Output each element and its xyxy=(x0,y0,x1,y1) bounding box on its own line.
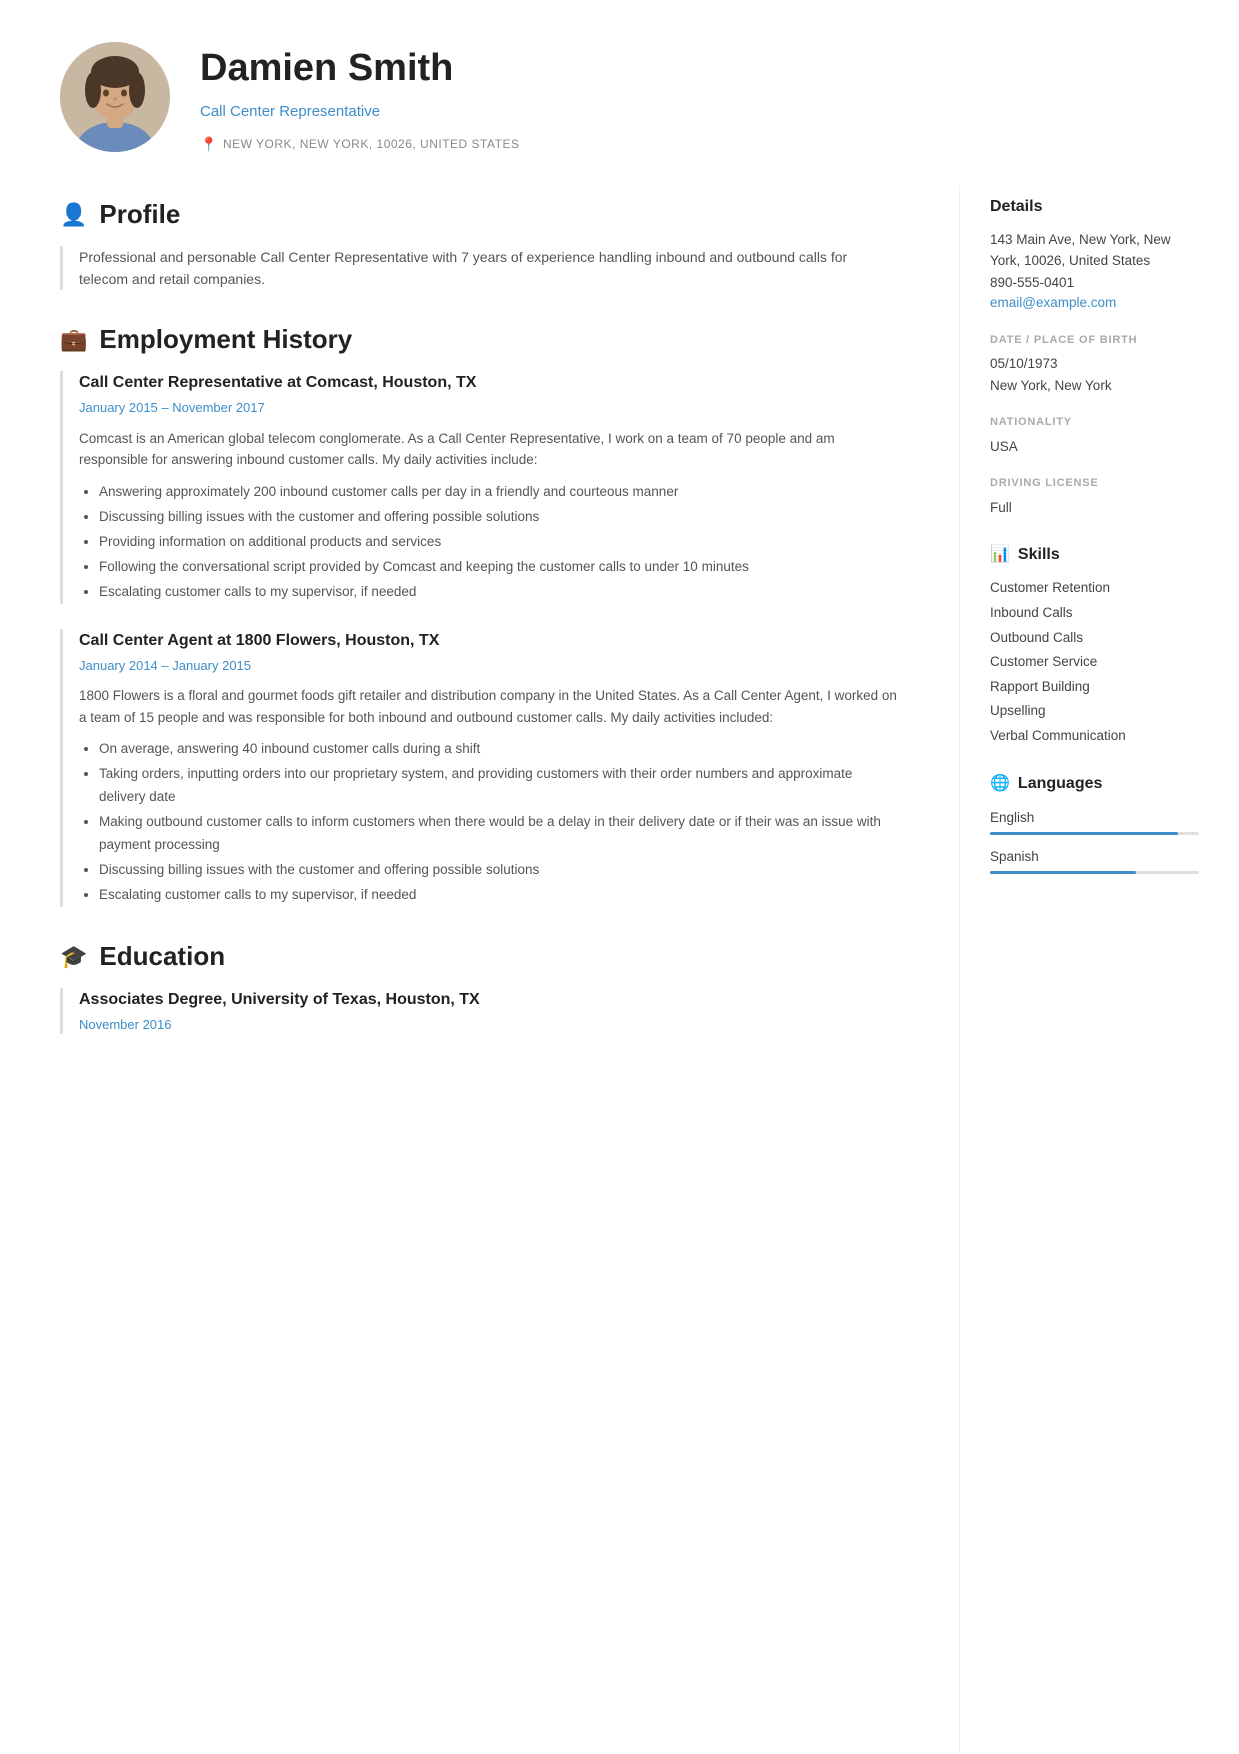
skill-item: Upselling xyxy=(990,700,1199,722)
language-item-english: English xyxy=(990,808,1199,835)
location-icon: 📍 xyxy=(200,134,218,155)
skill-item: Rapport Building xyxy=(990,676,1199,698)
candidate-location: 📍 NEW YORK, NEW YORK, 10026, UNITED STAT… xyxy=(200,134,1179,155)
entry-1-description: Comcast is an American global telecom co… xyxy=(79,428,899,471)
entry-1-bullets: Answering approximately 200 inbound cust… xyxy=(79,481,899,604)
list-item: Discussing billing issues with the custo… xyxy=(99,859,899,882)
entry-2-dates: January 2014 – January 2015 xyxy=(79,656,899,676)
list-item: Taking orders, inputting orders into our… xyxy=(99,763,899,809)
list-item: Escalating customer calls to my supervis… xyxy=(99,884,899,907)
candidate-title: Call Center Representative xyxy=(200,101,1179,124)
language-bar-english xyxy=(990,832,1199,835)
employment-entry-2: Call Center Agent at 1800 Flowers, Houst… xyxy=(60,629,899,907)
employment-title: Employment History xyxy=(99,320,352,359)
entry-1-title: Call Center Representative at Comcast, H… xyxy=(79,371,899,395)
employment-section: 💼 Employment History Call Center Represe… xyxy=(60,320,899,907)
candidate-name: Damien Smith xyxy=(200,40,1179,97)
entry-2-title: Call Center Agent at 1800 Flowers, Houst… xyxy=(79,629,899,653)
details-title: Details xyxy=(990,195,1199,219)
languages-title: Languages xyxy=(1018,772,1102,796)
skills-header: 📊 Skills xyxy=(990,543,1199,567)
language-name-spanish: Spanish xyxy=(990,847,1199,867)
language-bar-spanish xyxy=(990,871,1199,874)
left-column: 👤 Profile Professional and personable Ca… xyxy=(0,185,959,1754)
edu-1-dates: November 2016 xyxy=(79,1015,899,1035)
languages-header: 🌐 Languages xyxy=(990,772,1199,796)
entry-2-description: 1800 Flowers is a floral and gourmet foo… xyxy=(79,685,899,728)
details-phone: 890-555-0401 xyxy=(990,272,1199,294)
entry-1-dates: January 2015 – November 2017 xyxy=(79,398,899,418)
list-item: Making outbound customer calls to inform… xyxy=(99,811,899,857)
details-email: email@example.com xyxy=(990,293,1199,313)
language-bar-fill-english xyxy=(990,832,1178,835)
details-dob: 05/10/1973 xyxy=(990,353,1199,375)
education-title: Education xyxy=(99,937,225,976)
languages-icon: 🌐 xyxy=(990,772,1010,796)
skill-item: Inbound Calls xyxy=(990,602,1199,624)
details-address: 143 Main Ave, New York, New York, 10026,… xyxy=(990,229,1199,272)
entry-2-bullets: On average, answering 40 inbound custome… xyxy=(79,738,899,907)
language-name-english: English xyxy=(990,808,1199,828)
skills-title: Skills xyxy=(1018,543,1060,567)
details-driving: Full xyxy=(990,497,1199,519)
profile-header: 👤 Profile xyxy=(60,195,899,234)
list-item: Following the conversational script prov… xyxy=(99,556,899,579)
language-item-spanish: Spanish xyxy=(990,847,1199,874)
languages-section: 🌐 Languages English Spanish xyxy=(990,772,1199,875)
driving-label: DRIVING LICENSE xyxy=(990,475,1199,492)
employment-header: 💼 Employment History xyxy=(60,320,899,359)
resume-page: Damien Smith Call Center Representative … xyxy=(0,0,1239,1754)
list-item: Discussing billing issues with the custo… xyxy=(99,506,899,529)
profile-icon: 👤 xyxy=(60,198,87,231)
resume-header: Damien Smith Call Center Representative … xyxy=(0,0,1239,185)
skill-item: Verbal Communication xyxy=(990,725,1199,747)
list-item: Answering approximately 200 inbound cust… xyxy=(99,481,899,504)
details-section: Details 143 Main Ave, New York, New York… xyxy=(990,195,1199,519)
skill-item: Customer Service xyxy=(990,651,1199,673)
skill-item: Customer Retention xyxy=(990,577,1199,599)
nationality-label: NATIONALITY xyxy=(990,414,1199,431)
profile-text: Professional and personable Call Center … xyxy=(60,246,899,291)
education-icon: 🎓 xyxy=(60,940,87,973)
skills-section: 📊 Skills Customer Retention Inbound Call… xyxy=(990,543,1199,746)
edu-1-title: Associates Degree, University of Texas, … xyxy=(79,988,899,1012)
employment-icon: 💼 xyxy=(60,323,87,356)
list-item: Providing information on additional prod… xyxy=(99,531,899,554)
language-bar-fill-spanish xyxy=(990,871,1136,874)
right-column: Details 143 Main Ave, New York, New York… xyxy=(959,185,1239,1754)
profile-section: 👤 Profile Professional and personable Ca… xyxy=(60,195,899,291)
details-dob-place: New York, New York xyxy=(990,375,1199,397)
avatar xyxy=(60,42,170,152)
skill-item: Outbound Calls xyxy=(990,627,1199,649)
dob-label: DATE / PLACE OF BIRTH xyxy=(990,332,1199,349)
main-content: 👤 Profile Professional and personable Ca… xyxy=(0,185,1239,1754)
education-section: 🎓 Education Associates Degree, Universit… xyxy=(60,937,899,1035)
list-item: On average, answering 40 inbound custome… xyxy=(99,738,899,761)
list-item: Escalating customer calls to my supervis… xyxy=(99,581,899,604)
education-header: 🎓 Education xyxy=(60,937,899,976)
employment-entry-1: Call Center Representative at Comcast, H… xyxy=(60,371,899,603)
header-info: Damien Smith Call Center Representative … xyxy=(200,40,1179,155)
skills-icon: 📊 xyxy=(990,543,1010,567)
profile-title: Profile xyxy=(99,195,180,234)
details-nationality: USA xyxy=(990,436,1199,458)
education-entry-1: Associates Degree, University of Texas, … xyxy=(60,988,899,1035)
